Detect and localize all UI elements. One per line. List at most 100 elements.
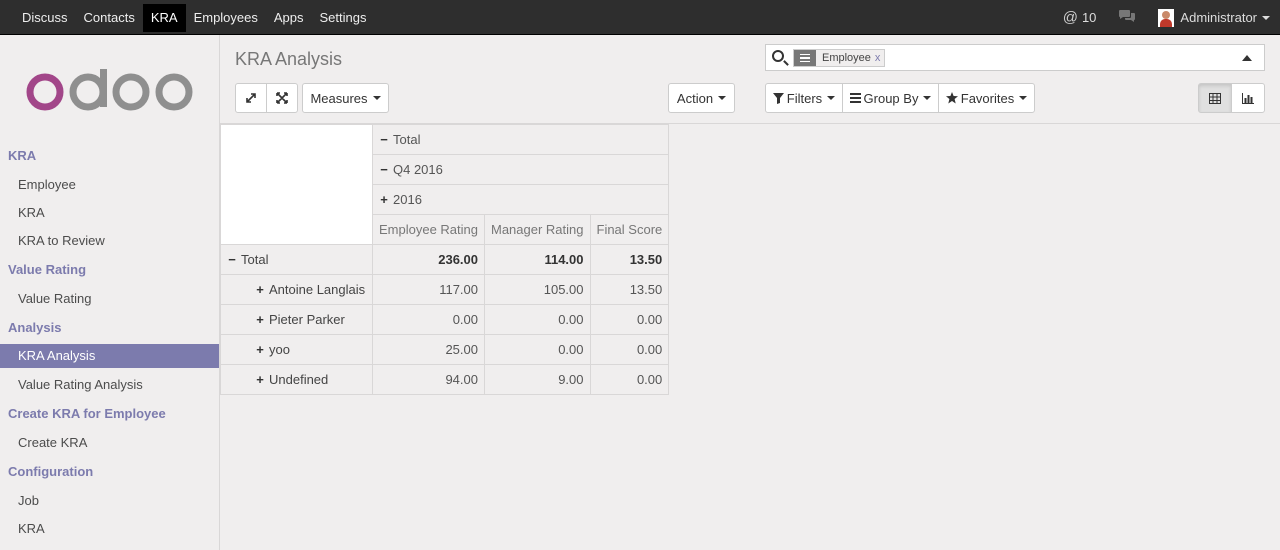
search-options-toggle-icon[interactable] [1242, 55, 1252, 61]
cell-value: 0.00 [484, 304, 591, 335]
cell-value: 114.00 [484, 244, 591, 275]
table-row-total: − Total 236.00 114.00 13.50 [220, 244, 670, 275]
caret-down-icon [1019, 96, 1028, 100]
flip-axis-button[interactable] [266, 83, 298, 113]
user-menu[interactable]: Administrator [1158, 8, 1270, 27]
cell-value: 117.00 [372, 274, 485, 305]
facet-remove-button[interactable]: x [875, 50, 885, 66]
minus-icon: − [380, 132, 388, 147]
facet-value: Employee [822, 52, 871, 64]
cell-value: 0.00 [589, 364, 670, 395]
menu-contacts[interactable]: Contacts [76, 4, 143, 32]
row-header[interactable]: + Pieter Parker [220, 304, 373, 335]
cell-value: 13.50 [589, 274, 670, 305]
col-header-q4-2016[interactable]: − Q4 2016 [371, 154, 670, 185]
cell-value: 0.00 [589, 334, 670, 365]
plus-icon: + [256, 312, 264, 327]
cell-value: 13.50 [589, 244, 670, 275]
chat-icon[interactable] [1118, 9, 1136, 26]
caret-down-icon [827, 96, 836, 100]
caret-down-icon [372, 96, 381, 100]
sidebar-section-create-kra: Create KRA for Employee [8, 406, 166, 421]
sidebar-item-config-kra[interactable]: KRA [0, 515, 219, 543]
favorites-button[interactable]: Favorites [938, 83, 1035, 113]
menu-kra[interactable]: KRA [142, 4, 186, 32]
cell-value: 94.00 [372, 364, 485, 395]
avatar [1158, 8, 1175, 27]
cell-value: 9.00 [484, 364, 591, 395]
cell-value: 236.00 [372, 244, 485, 275]
row-header[interactable]: + yoo [220, 334, 373, 365]
group-by-button[interactable]: Group By [842, 83, 939, 113]
menu-employees[interactable]: Employees [186, 4, 266, 32]
sidebar-item-kra[interactable]: KRA [0, 199, 219, 227]
notifications-button[interactable]: @ 10 [1063, 9, 1097, 26]
minus-icon: − [380, 162, 388, 177]
measure-header-final-score[interactable]: Final Score [589, 214, 670, 245]
cell-value: 0.00 [484, 334, 591, 365]
bar-chart-icon [1242, 92, 1254, 104]
arrows-icon [276, 92, 288, 104]
sidebar-item-kra-analysis[interactable]: KRA Analysis [0, 344, 219, 368]
pivot-table: − Total − Q4 2016 +2016 Employee Rating Ma… [220, 124, 670, 395]
user-name: Administrator [1180, 10, 1257, 25]
sidebar-section-kra: KRA [8, 148, 37, 163]
row-header[interactable]: + Antoine Langlais [220, 274, 373, 305]
plus-icon: + [380, 192, 388, 207]
measure-header-manager-rating[interactable]: Manager Rating [484, 214, 591, 245]
app-menu: Discuss Contacts KRA Employees Apps Sett… [14, 4, 375, 32]
table-row: + Antoine Langlais 117.00 105.00 13.50 [220, 274, 670, 305]
menu-discuss[interactable]: Discuss [14, 4, 76, 32]
at-sign-icon: @ [1062, 9, 1078, 26]
sidebar-item-value-rating[interactable]: Value Rating [0, 285, 219, 313]
plus-icon: + [256, 342, 264, 357]
list-icon [849, 93, 861, 103]
measures-label: Measures [310, 90, 368, 106]
table-row: + Undefined 94.00 9.00 0.00 [220, 364, 670, 395]
row-header-total[interactable]: − Total [220, 244, 373, 275]
minus-icon: − [228, 252, 236, 267]
sidebar-item-job[interactable]: Job [0, 487, 219, 515]
action-label: Action [676, 90, 714, 106]
cell-value: 0.00 [589, 304, 670, 335]
action-button[interactable]: Action [668, 83, 735, 113]
measure-header-employee-rating[interactable]: Employee Rating [372, 214, 485, 245]
expand-icon [246, 93, 256, 103]
col-header-2016[interactable]: +2016 [371, 184, 670, 215]
expand-all-button[interactable] [235, 83, 267, 113]
search-bar[interactable]: Employee x [765, 44, 1265, 71]
pivot-corner [220, 124, 373, 245]
col-header-total[interactable]: − Total [371, 124, 670, 155]
odoo-logo[interactable] [26, 69, 196, 113]
caret-down-icon [1262, 15, 1270, 20]
favorites-label: Favorites [960, 90, 1015, 106]
filters-label: Filters [786, 90, 823, 106]
table-row: + yoo 25.00 0.00 0.00 [220, 334, 670, 365]
caret-down-icon [718, 96, 727, 100]
filters-button[interactable]: Filters [765, 83, 843, 113]
menu-apps[interactable]: Apps [266, 4, 312, 32]
sidebar-section-value-rating: Value Rating [8, 262, 87, 277]
cell-value: 105.00 [484, 274, 591, 305]
sidebar-item-kra-to-review[interactable]: KRA to Review [0, 227, 219, 255]
plus-icon: + [256, 372, 264, 387]
graph-view-button[interactable] [1231, 83, 1265, 113]
sidebar-section-analysis: Analysis [8, 320, 62, 335]
sidebar-item-value-rating-analysis[interactable]: Value Rating Analysis [0, 371, 219, 399]
sidebar-item-create-kra[interactable]: Create KRA [0, 429, 219, 457]
sidebar-nav: KRA Employee KRA KRA to Review Value Rat… [0, 141, 219, 543]
measures-button[interactable]: Measures [302, 83, 389, 113]
caret-down-icon [923, 96, 932, 100]
star-icon [945, 92, 958, 104]
pivot-view-button[interactable] [1198, 83, 1232, 113]
menu-settings[interactable]: Settings [312, 4, 375, 32]
sidebar-item-employee[interactable]: Employee [0, 171, 219, 199]
search-icon [772, 50, 784, 62]
table-icon [1209, 92, 1221, 104]
row-header[interactable]: + Undefined [220, 364, 373, 395]
search-facet: Employee x [793, 49, 886, 67]
main-content: KRA Analysis Employee x Measures Action … [220, 35, 1280, 550]
filter-icon [772, 92, 784, 104]
page-title: KRA Analysis [235, 49, 343, 69]
cell-value: 0.00 [372, 304, 485, 335]
